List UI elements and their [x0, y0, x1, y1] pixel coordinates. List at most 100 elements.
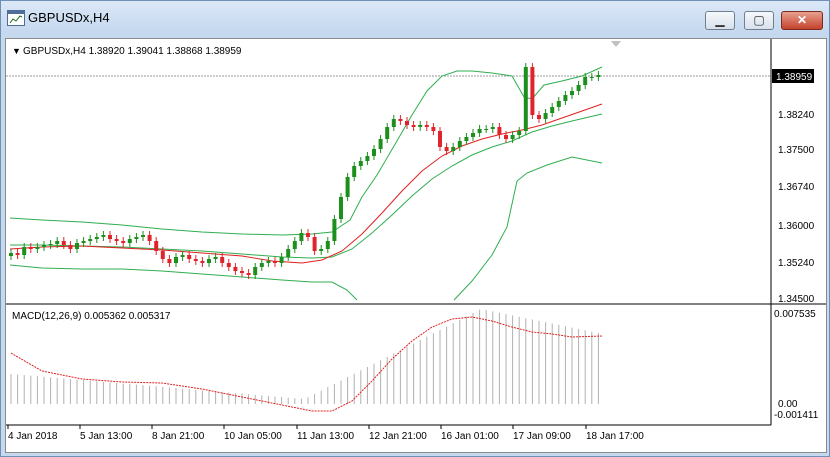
candle-body	[134, 237, 139, 239]
candle-body	[570, 91, 574, 95]
candle-body	[306, 233, 310, 237]
candle-body	[543, 113, 548, 119]
candle-body	[180, 255, 185, 257]
candle-body	[537, 115, 541, 119]
terminal-chart-window: GBPUSDx,H4 ▁ ▢ ✕ ▼ GBPUSDx,H4 1.38920 1.…	[0, 0, 830, 457]
candle-body	[457, 141, 462, 147]
candle-body	[312, 237, 317, 251]
candle-body	[292, 241, 297, 249]
candle-body	[28, 247, 33, 249]
window-title: GBPUSDx,H4	[28, 10, 110, 25]
chart-header: GBPUSDx,H4 1.38920 1.39041 1.38868 1.389…	[23, 46, 242, 57]
candle-body	[108, 235, 112, 239]
minimize-button[interactable]: ▁	[705, 11, 735, 30]
close-button[interactable]: ✕	[781, 11, 823, 30]
header-marker[interactable]: ▼	[12, 46, 21, 56]
candle-body	[114, 239, 119, 241]
bollinger-lower-line-2	[453, 156, 603, 301]
candle-body	[556, 101, 561, 107]
candle-body	[61, 241, 66, 245]
candle-body	[147, 235, 152, 241]
candle-body	[365, 156, 370, 161]
candle-body	[207, 259, 211, 263]
candle-body	[471, 133, 475, 137]
candle-body	[246, 273, 251, 275]
price-axis-label: 1.36740	[778, 182, 815, 193]
candle-body	[299, 233, 304, 241]
candle-body	[226, 263, 231, 267]
price-chart[interactable]: ▼ GBPUSDx,H4 1.38920 1.39041 1.38868 1.3…	[6, 39, 826, 452]
candle-body	[9, 253, 13, 256]
candle-body	[259, 263, 264, 267]
candle-body	[504, 135, 508, 139]
candle-body	[233, 267, 238, 271]
candle-body	[477, 129, 482, 133]
chart-shift-marker[interactable]	[611, 41, 621, 47]
candle-body	[81, 241, 86, 243]
candle-body	[484, 129, 489, 130]
candle-body	[530, 67, 535, 115]
bollinger-lower-line	[9, 264, 358, 301]
candle-body	[583, 77, 588, 85]
candle-body	[563, 95, 568, 101]
candle-body	[517, 131, 522, 135]
candle-body	[431, 127, 436, 131]
candle-body	[279, 257, 284, 263]
time-axis-label: 18 Jan 17:00	[586, 431, 644, 442]
candle-body	[438, 131, 442, 147]
candle-body	[273, 261, 277, 263]
candle-body	[200, 261, 205, 263]
candle-body	[141, 235, 145, 237]
chart-area[interactable]: ▼ GBPUSDx,H4 1.38920 1.39041 1.38868 1.3…	[5, 38, 827, 453]
candle-body	[523, 67, 528, 131]
candle-body	[187, 255, 192, 259]
title-bar[interactable]: GBPUSDx,H4 ▁ ▢ ✕	[1, 1, 829, 35]
candle-body	[339, 197, 343, 219]
candle-body	[94, 237, 99, 239]
bollinger-upper-line	[9, 66, 603, 236]
candle-body	[15, 253, 20, 255]
time-axis-label: 8 Jan 21:00	[152, 431, 205, 442]
candle-body	[345, 177, 350, 197]
macd-axis-label: -0.001411	[774, 410, 819, 421]
candle-body	[160, 251, 165, 259]
candle-body	[286, 249, 291, 257]
maximize-icon: ▢	[753, 13, 765, 27]
time-axis-label: 16 Jan 01:00	[441, 431, 499, 442]
close-icon: ✕	[796, 13, 808, 27]
minimize-icon: ▁	[715, 13, 725, 27]
candle-body	[68, 245, 73, 249]
macd-axis-label: 0.007535	[774, 309, 816, 320]
time-axis-label: 12 Jan 21:00	[369, 431, 427, 442]
candle-body	[48, 244, 53, 245]
candle-body	[424, 125, 429, 127]
candle-body	[358, 161, 363, 166]
candle-body	[510, 135, 515, 139]
price-axis-label: 1.37500	[778, 145, 815, 156]
candle-body	[411, 125, 416, 127]
macd-axis-label: 0.00	[778, 399, 798, 410]
candle-body	[121, 241, 126, 243]
candle-body	[405, 121, 409, 125]
candle-body	[101, 235, 106, 237]
candle-body	[352, 166, 357, 177]
maximize-button[interactable]: ▢	[744, 11, 774, 30]
candle-body	[154, 241, 159, 251]
price-axis-label: 1.35240	[778, 258, 815, 269]
candle-body	[266, 261, 271, 263]
candle-body	[213, 257, 218, 259]
chart-window-icon	[7, 10, 25, 26]
candle-body	[497, 127, 502, 135]
candle-body	[464, 137, 469, 141]
time-axis-label: 11 Jan 13:00	[297, 431, 355, 442]
candle-body	[55, 241, 60, 244]
candle-body	[253, 267, 258, 275]
price-axis-label: 1.34500	[778, 294, 815, 305]
candle-body	[319, 249, 324, 251]
candle-body	[451, 147, 456, 151]
candle-body	[550, 107, 555, 113]
candle-body	[398, 119, 403, 121]
candle-body	[75, 243, 79, 249]
candle-body	[576, 85, 581, 91]
price-axis-label: 1.36000	[778, 221, 815, 232]
